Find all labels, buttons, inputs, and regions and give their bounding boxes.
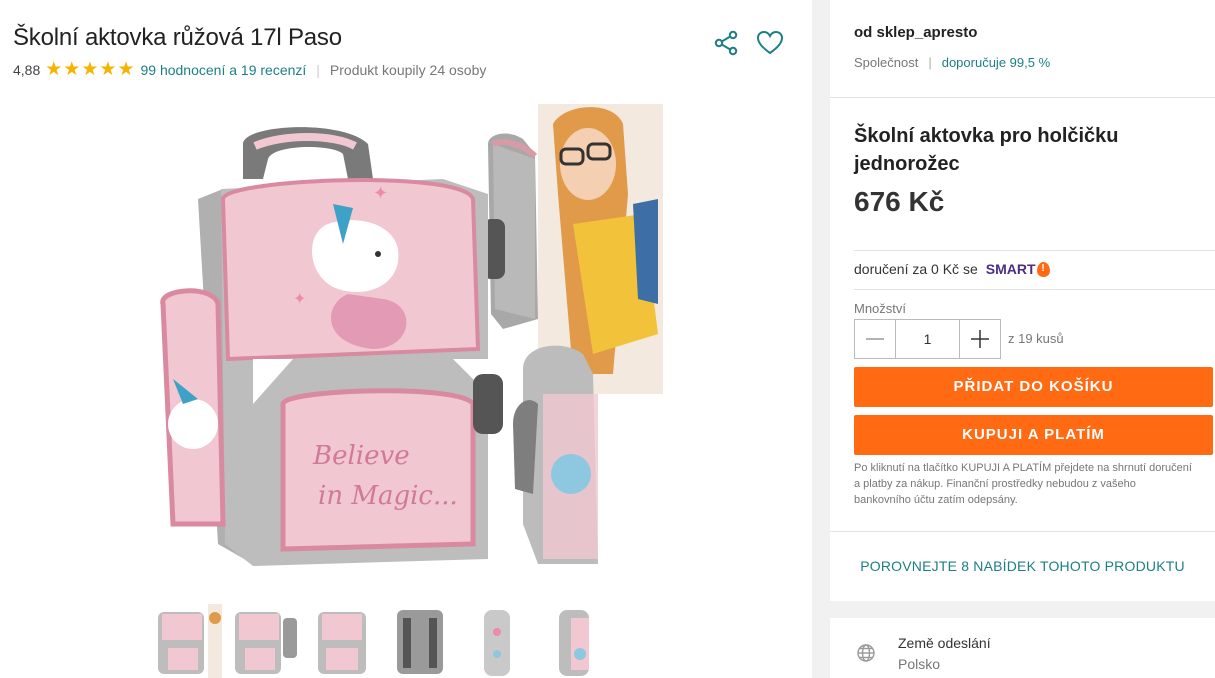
- divider: [854, 250, 1215, 251]
- star-icon: ★: [45, 59, 63, 80]
- origin-label: Země odeslání: [898, 635, 991, 651]
- add-to-cart-button[interactable]: PŘIDAT DO KOŠÍKU: [854, 367, 1213, 407]
- star-icon: ★: [81, 59, 99, 80]
- delivery-info: doručení za 0 Kč se SMART !: [854, 261, 1050, 277]
- svg-text:Believe: Believe: [312, 441, 410, 471]
- svg-text:in Magic...: in Magic...: [318, 481, 458, 511]
- offer-title: Školní aktovka pro holčičku jednorožec: [854, 125, 1119, 175]
- minus-icon: [866, 338, 884, 340]
- offer-panel: od sklep_apresto Společnost | doporučuje…: [830, 0, 1215, 678]
- seller-recommendation[interactable]: doporučuje 99,5 %: [942, 55, 1050, 70]
- decrement-button[interactable]: [854, 319, 896, 359]
- seller-meta: Společnost | doporučuje 99,5 %: [854, 55, 1050, 70]
- rating-value: 4,88: [13, 62, 41, 78]
- thumbnail[interactable]: [310, 604, 376, 678]
- smart-label: SMART: [985, 261, 1036, 277]
- delivery-text: doručení za 0 Kč se: [854, 261, 978, 277]
- thumbnail[interactable]: [464, 604, 530, 678]
- compare-offers-link[interactable]: POROVNEJTE 8 NABÍDEK TOHOTO PRODUKTU: [830, 558, 1215, 574]
- seller-name[interactable]: od sklep_apresto: [854, 24, 977, 41]
- thumbnail[interactable]: [387, 604, 453, 678]
- thumbnail[interactable]: [541, 604, 607, 678]
- thumbnail-strip: [156, 604, 618, 678]
- reviews-link[interactable]: 99 hodnocení a 19 recenzí: [140, 62, 306, 78]
- separator: |: [316, 62, 320, 78]
- price: 676 Kč: [854, 186, 945, 217]
- rating-row: 4,88 ★ ★ ★ ★ ★ 99 hodnocení a 19 recenzí…: [13, 59, 487, 80]
- smart-icon: !: [1036, 261, 1050, 277]
- increment-button[interactable]: [959, 319, 1001, 359]
- stock-count: z 19 kusů: [1008, 331, 1064, 346]
- divider: [854, 289, 1215, 290]
- seller-type: Společnost: [854, 55, 919, 70]
- product-gallery-panel: Školní aktovka růžová 17l Paso 4,88 ★ ★ …: [0, 0, 812, 678]
- purchase-note: Po kliknutí na tlačítko KUPUJI A PLATÍM …: [854, 462, 1192, 506]
- quantity-input[interactable]: 1: [896, 319, 959, 359]
- separator: |: [928, 55, 932, 70]
- globe-icon: [857, 644, 875, 662]
- svg-text:✦: ✦: [293, 291, 306, 308]
- star-icon: ★: [63, 59, 81, 80]
- plus-icon: [971, 330, 989, 348]
- divider: [830, 97, 1215, 98]
- heart-icon[interactable]: [756, 30, 784, 56]
- buy-now-button[interactable]: KUPUJI A PLATÍM: [854, 415, 1213, 455]
- svg-text:✦: ✦: [373, 183, 388, 203]
- product-main-image[interactable]: ✦ ✦ Believe in Magic...: [143, 104, 663, 584]
- thumbnail[interactable]: [233, 604, 299, 678]
- star-icon: ★: [117, 59, 135, 80]
- share-icon[interactable]: [713, 30, 739, 56]
- bought-count: Produkt koupily 24 osoby: [329, 62, 487, 78]
- product-title: Školní aktovka růžová 17l Paso: [13, 24, 342, 51]
- star-icon: ★: [99, 59, 117, 80]
- rating-stars: ★ ★ ★ ★ ★: [45, 59, 135, 80]
- quantity-label: Množství: [854, 301, 907, 316]
- thumbnail[interactable]: [156, 604, 222, 678]
- origin-value: Polsko: [898, 656, 941, 672]
- quantity-stepper: 1: [854, 319, 1001, 359]
- panel-divider: [812, 0, 830, 678]
- divider: [830, 531, 1215, 532]
- smart-badge[interactable]: SMART !: [986, 261, 1050, 277]
- section-gap: [830, 601, 1215, 618]
